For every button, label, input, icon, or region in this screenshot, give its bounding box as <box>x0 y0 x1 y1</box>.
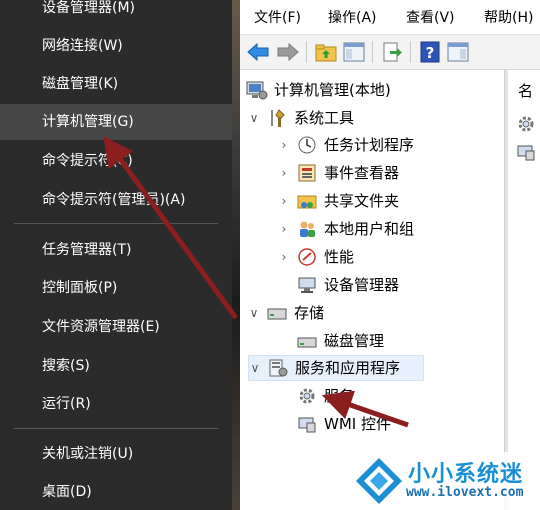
tree-item-device-manager[interactable]: 设备管理器 <box>290 273 399 297</box>
chevron-right-icon[interactable]: › <box>278 133 290 157</box>
watermark-url: www.ilovext.com <box>406 485 524 500</box>
tree-item-performance[interactable]: › 性能 <box>278 245 354 269</box>
services-apps-icon <box>267 357 289 379</box>
tree-item-label: 任务计划程序 <box>324 136 415 154</box>
tree-item-label: 存储 <box>294 304 325 322</box>
gear-icon <box>516 114 536 138</box>
tree-item-label: 磁盘管理 <box>324 332 385 350</box>
toolbar: ? <box>240 34 540 70</box>
tree-item-label: 设备管理器 <box>324 276 400 294</box>
toolbar-separator <box>410 41 411 63</box>
computer-management-window: 文件(F) 操作(A) 查看(V) 帮助(H) ? 计算机管理(本地) ∨ 系统… <box>240 0 540 510</box>
tree-item-event-viewer[interactable]: › 事件查看器 <box>278 161 399 185</box>
toolbar-separator <box>372 41 373 63</box>
gear-icon <box>296 385 318 407</box>
device-manager-icon <box>296 274 318 296</box>
tree-root[interactable]: 计算机管理(本地) <box>246 78 391 102</box>
tree-item-label: 性能 <box>324 248 355 266</box>
chevron-right-icon[interactable]: › <box>278 189 290 213</box>
disk-icon <box>296 330 318 352</box>
winx-menu: 设备管理器(M) 网络连接(W) 磁盘管理(K) 计算机管理(G) 命令提示符(… <box>0 0 232 510</box>
menu-item-run[interactable]: 运行(R) <box>0 386 232 422</box>
properties-pane-icon[interactable] <box>446 40 470 64</box>
menu-help[interactable]: 帮助(H) <box>484 7 533 27</box>
menu-separator <box>14 223 218 224</box>
menu-item-device-manager[interactable]: 设备管理器(M) <box>0 0 232 26</box>
export-list-icon[interactable] <box>380 40 404 64</box>
wmi-icon <box>296 413 318 435</box>
wmi-icon <box>516 142 536 166</box>
tree-item-local-users[interactable]: › 本地用户和组 <box>278 217 414 241</box>
chevron-down-icon[interactable]: ∨ <box>249 356 261 380</box>
storage-icon <box>266 302 288 324</box>
menu-item-search[interactable]: 搜索(S) <box>0 348 232 384</box>
tree-item-label: 共享文件夹 <box>324 192 400 210</box>
menu-item-control-panel[interactable]: 控制面板(P) <box>0 270 232 306</box>
navigation-tree: 计算机管理(本地) ∨ 系统工具 › 任务计划程序 › 事件查看器 › 共享文件… <box>240 70 504 510</box>
chevron-down-icon[interactable]: ∨ <box>248 301 260 325</box>
menu-item-command-prompt[interactable]: 命令提示符(C) <box>0 143 232 179</box>
menu-item-file-explorer[interactable]: 文件资源管理器(E) <box>0 309 232 345</box>
show-hide-tree-icon[interactable] <box>342 40 366 64</box>
menu-item-command-prompt-admin[interactable]: 命令提示符(管理员)(A) <box>0 182 232 218</box>
shared-folder-icon <box>296 190 318 212</box>
clock-icon <box>296 134 318 156</box>
tree-item-services-apps[interactable]: ∨ 服务和应用程序 <box>248 355 424 381</box>
svg-text:?: ? <box>426 44 435 62</box>
tree-item-storage[interactable]: ∨ 存储 <box>248 301 324 325</box>
menu-view[interactable]: 查看(V) <box>406 7 455 27</box>
tree-root-label: 计算机管理(本地) <box>274 81 391 99</box>
tree-item-label: 本地用户和组 <box>324 220 415 238</box>
menu-item-network-connections[interactable]: 网络连接(W) <box>0 28 232 64</box>
back-arrow-icon[interactable] <box>246 40 270 64</box>
menu-item-desktop[interactable]: 桌面(D) <box>0 474 232 510</box>
detail-pane: 名 <box>508 70 540 510</box>
menu-file[interactable]: 文件(F) <box>254 7 301 27</box>
watermark-name: 小小系统迷 <box>408 462 524 487</box>
tree-item-label: 系统工具 <box>294 109 355 127</box>
tree-item-disk-management[interactable]: 磁盘管理 <box>290 329 384 353</box>
watermark: 小小系统迷 www.ilovext.com <box>350 452 540 510</box>
users-icon <box>296 218 318 240</box>
menu-item-task-manager[interactable]: 任务管理器(T) <box>0 232 232 268</box>
up-folder-icon[interactable] <box>314 40 338 64</box>
tree-item-label: 服务和应用程序 <box>295 359 401 377</box>
chevron-right-icon[interactable]: › <box>278 245 290 269</box>
chevron-down-icon[interactable]: ∨ <box>248 106 260 130</box>
tree-item-label: 服务 <box>324 387 355 405</box>
menu-bar: 文件(F) 操作(A) 查看(V) 帮助(H) <box>240 0 540 34</box>
chevron-right-icon[interactable]: › <box>278 217 290 241</box>
menu-separator <box>14 428 218 429</box>
performance-icon <box>296 246 318 268</box>
tree-item-label: 事件查看器 <box>324 164 400 182</box>
tree-item-task-scheduler[interactable]: › 任务计划程序 <box>278 133 414 157</box>
computer-management-icon <box>246 79 268 101</box>
tools-icon <box>266 107 288 129</box>
column-header-name[interactable]: 名 <box>518 80 533 101</box>
menu-item-computer-management[interactable]: 计算机管理(G) <box>0 104 232 140</box>
tree-item-wmi-control[interactable]: WMI 控件 <box>290 412 391 436</box>
menu-item-disk-management[interactable]: 磁盘管理(K) <box>0 66 232 102</box>
tree-item-shared-folders[interactable]: › 共享文件夹 <box>278 189 399 213</box>
tree-item-system-tools[interactable]: ∨ 系统工具 <box>248 106 354 130</box>
tree-item-label: WMI 控件 <box>324 415 391 433</box>
forward-arrow-icon[interactable] <box>276 40 300 64</box>
toolbar-separator <box>306 41 307 63</box>
tree-item-services[interactable]: 服务 <box>290 384 354 408</box>
help-icon[interactable]: ? <box>418 40 442 64</box>
watermark-logo-icon <box>356 458 402 504</box>
event-viewer-icon <box>296 162 318 184</box>
chevron-right-icon[interactable]: › <box>278 161 290 185</box>
menu-item-shutdown-signout[interactable]: 关机或注销(U) <box>0 436 232 472</box>
menu-action[interactable]: 操作(A) <box>328 7 377 27</box>
background-strip <box>232 0 240 510</box>
